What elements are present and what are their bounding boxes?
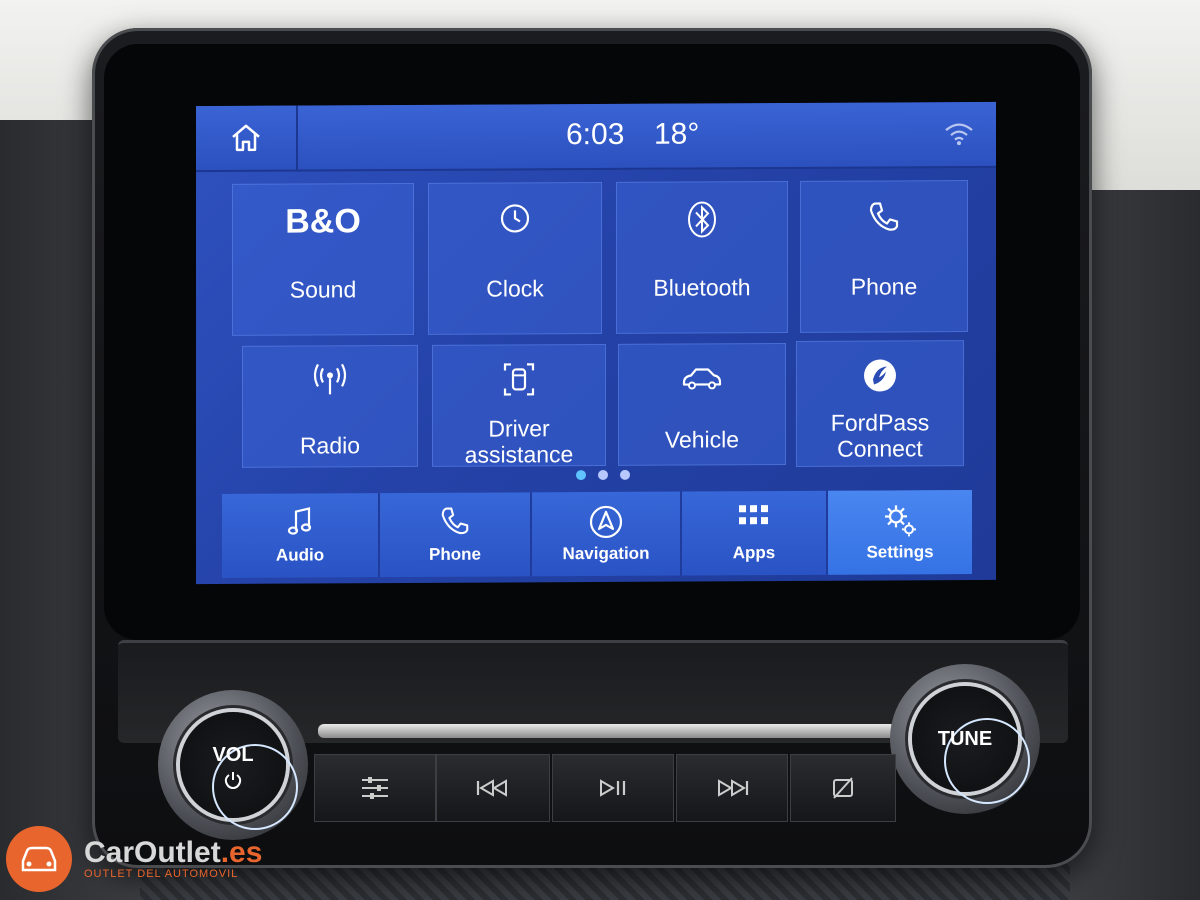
tune-knob-face: TUNE <box>912 686 1030 804</box>
tile-label: Phone <box>850 273 918 300</box>
tile-label: Sound <box>289 276 357 303</box>
previous-track-button[interactable] <box>436 754 550 822</box>
music-note-icon <box>287 507 312 535</box>
caroutlet-watermark: CarOutlet.es OUTLET DEL AUTOMOVIL <box>6 826 262 892</box>
clock-icon <box>500 204 530 233</box>
play-pause-icon <box>600 779 626 797</box>
tile-label: Vehicle <box>664 426 740 453</box>
outside-temperature: 18° <box>654 117 700 151</box>
home-button[interactable] <box>196 105 298 171</box>
watermark-tld: .es <box>220 836 263 869</box>
volume-knob[interactable]: VOL <box>158 690 308 840</box>
tile-radio[interactable]: Radio <box>242 344 418 468</box>
tile-phone[interactable]: Phone <box>800 180 968 333</box>
equalizer-button[interactable] <box>314 754 436 822</box>
nav-audio[interactable]: Audio <box>222 493 380 578</box>
home-icon <box>232 124 260 152</box>
sliders-icon <box>362 777 388 799</box>
vol-label: VOL <box>212 744 254 766</box>
touchscreen: 6:03 18° B&O Sound Clock Bluetooth Phone… <box>196 101 996 585</box>
nav-label: Settings <box>866 542 934 562</box>
nav-label: Navigation <box>562 543 650 564</box>
tile-label-line1: Driver <box>488 415 550 442</box>
nav-settings[interactable]: Settings <box>828 490 972 575</box>
nav-apps[interactable]: Apps <box>682 490 828 576</box>
tune-label: TUNE <box>937 728 993 750</box>
volume-knob-face: VOL <box>180 712 298 830</box>
nav-label: Phone <box>429 544 481 564</box>
car-icon <box>682 368 722 390</box>
phone-icon <box>441 507 469 535</box>
nav-phone[interactable]: Phone <box>380 492 532 578</box>
nav-label: Apps <box>732 543 776 563</box>
bottom-nav-bar: Audio Phone Navigation Apps Settings <box>222 490 972 578</box>
tile-label-line2: assistance <box>464 441 574 468</box>
car-front-icon <box>21 846 57 872</box>
page-indicator[interactable] <box>576 469 630 481</box>
nav-label: Audio <box>275 545 325 565</box>
tile-fordpass-connect[interactable]: FordPass Connect <box>796 340 964 467</box>
page-dot[interactable] <box>576 470 586 481</box>
compass-arrow-icon <box>589 505 623 539</box>
clock-time: 6:03 <box>566 117 625 152</box>
tile-sound[interactable]: B&O Sound <box>232 182 414 336</box>
tile-label: Radio <box>299 432 361 459</box>
tile-label: Bluetooth <box>653 274 751 301</box>
power-icon <box>224 772 242 790</box>
tile-label-line1: FordPass <box>830 409 930 436</box>
fordpass-icon <box>864 359 896 392</box>
radio-antenna-icon <box>313 363 347 395</box>
tune-knob[interactable]: TUNE <box>890 664 1040 814</box>
page-dot[interactable] <box>598 469 608 480</box>
tile-driver-assistance[interactable]: Driver assistance <box>432 343 606 468</box>
watermark-brand: CarOutlet <box>84 836 221 869</box>
chrome-trim <box>318 724 896 738</box>
watermark-tagline: OUTLET DEL AUTOMOVIL <box>84 868 239 880</box>
screen-off-button[interactable] <box>790 754 896 822</box>
skip-back-icon <box>476 779 507 797</box>
tile-vehicle[interactable]: Vehicle <box>618 343 786 466</box>
screen-off-icon <box>833 777 853 799</box>
grid-icon <box>739 505 768 525</box>
wifi-icon <box>945 123 973 146</box>
bo-sound-icon: B&O <box>285 202 361 241</box>
tile-bluetooth[interactable]: Bluetooth <box>616 180 788 334</box>
bluetooth-icon <box>688 201 716 238</box>
tile-label-line2: Connect <box>837 435 923 462</box>
driver-assistance-icon <box>503 363 535 396</box>
play-pause-button[interactable] <box>552 754 674 822</box>
status-bar: 6:03 18° <box>196 101 996 173</box>
skip-forward-icon <box>718 779 749 797</box>
tile-clock[interactable]: Clock <box>428 181 602 335</box>
page-dot[interactable] <box>620 469 630 480</box>
next-track-button[interactable] <box>676 754 788 822</box>
caroutlet-logo <box>6 826 72 892</box>
tile-label: Clock <box>486 275 544 302</box>
phone-icon <box>869 202 899 231</box>
gears-icon <box>885 505 916 537</box>
nav-navigation[interactable]: Navigation <box>532 491 682 577</box>
